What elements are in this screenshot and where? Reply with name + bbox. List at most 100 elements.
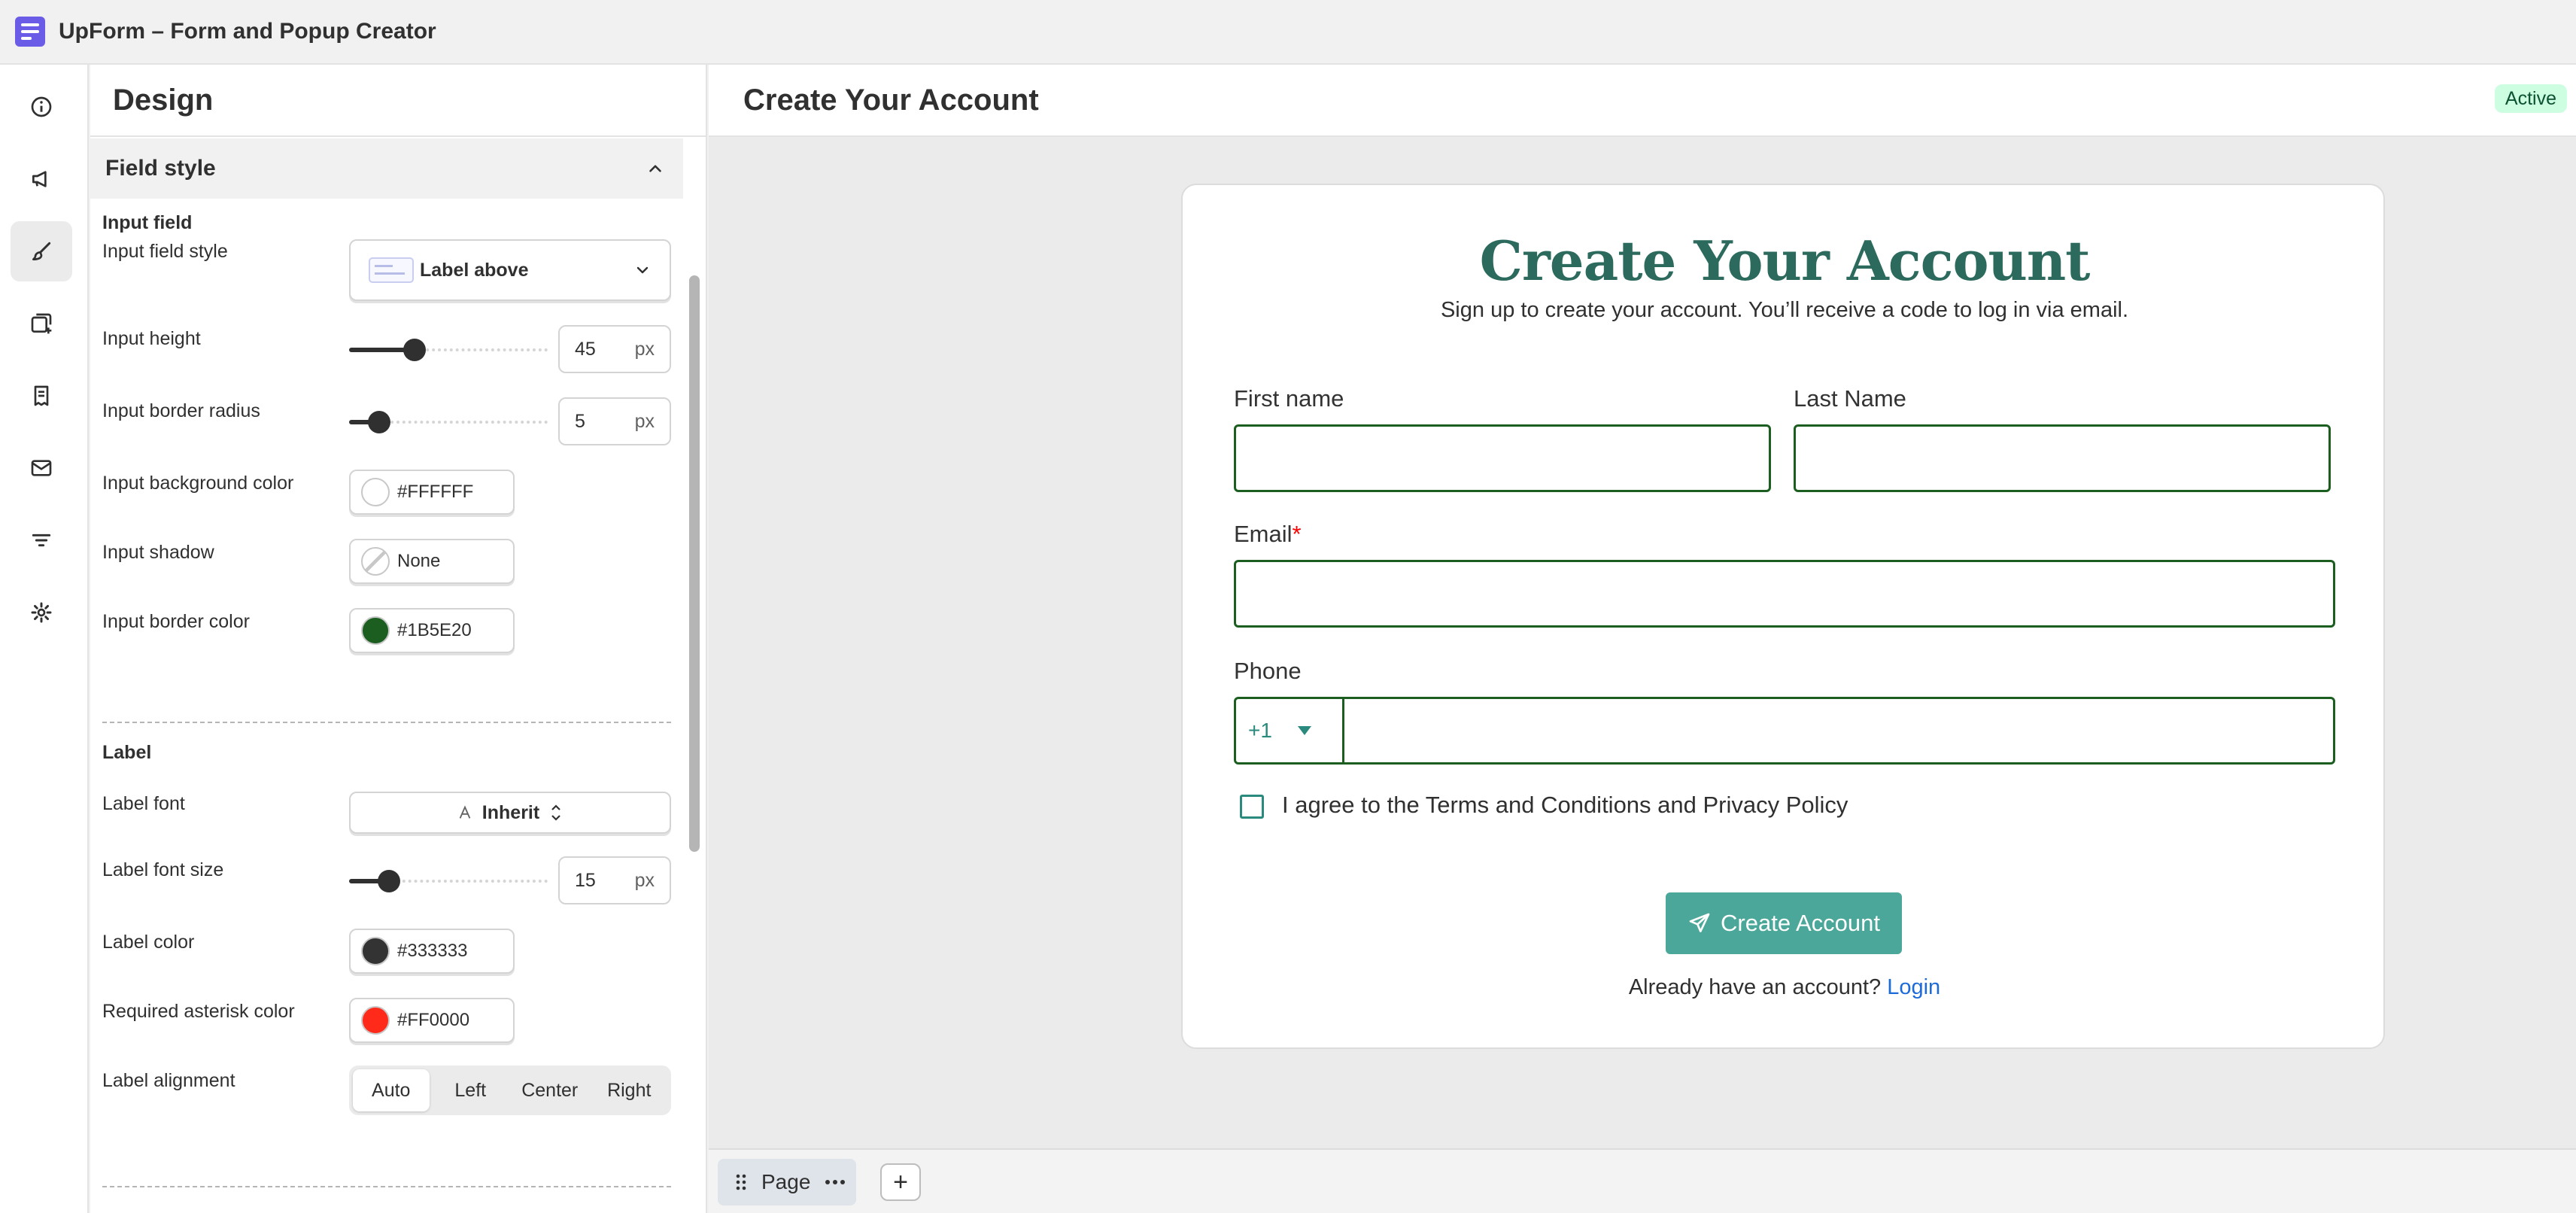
design-panel: Design Field style Input field Input fie…	[90, 65, 707, 1213]
label-above-preview-icon	[369, 257, 414, 283]
input-field-style-select[interactable]: Label above	[349, 239, 671, 301]
input-border-color-picker[interactable]: #1B5E20	[349, 608, 515, 653]
label-font-size-field[interactable]: 15 px	[558, 856, 671, 904]
app-title: UpForm – Form and Popup Creator	[59, 19, 436, 44]
label-color-picker[interactable]: #333333	[349, 929, 515, 974]
required-asterisk-color-value: #FF0000	[397, 1010, 470, 1030]
more-options-icon[interactable]	[824, 1178, 846, 1186]
country-code-value: +1	[1248, 719, 1272, 742]
main-title: Create Your Account	[743, 83, 1039, 117]
nav-rail	[0, 65, 89, 1213]
input-shadow-value: None	[397, 551, 441, 571]
color-swatch	[361, 478, 390, 506]
input-border-radius-field[interactable]: 5 px	[558, 397, 671, 445]
label-alignment-segmented: Auto Left Center Right	[349, 1066, 671, 1115]
slider-knob[interactable]	[367, 411, 390, 433]
login-prompt: Already have an account? Login	[1183, 975, 2386, 1000]
slider-knob[interactable]	[377, 870, 400, 892]
scroll-thumb[interactable]	[689, 275, 700, 852]
label-font-size-slider[interactable]	[349, 870, 548, 892]
field-style-section-toggle[interactable]: Field style	[90, 138, 683, 199]
color-swatch	[361, 616, 390, 645]
label-font-value: Inherit	[481, 801, 540, 823]
add-page-button[interactable]: +	[880, 1163, 921, 1201]
align-left-option[interactable]: Left	[433, 1069, 509, 1111]
country-code-select[interactable]: +1	[1236, 699, 1344, 762]
input-border-radius-slider[interactable]	[349, 411, 548, 433]
info-icon[interactable]	[11, 77, 72, 137]
status-badge: Active	[2494, 84, 2567, 113]
terms-label: I agree to the Terms and Conditions and …	[1282, 792, 1848, 818]
input-background-color-label: Input background color	[102, 473, 294, 494]
input-field-style-label: Input field style	[102, 241, 228, 262]
panel-title: Design	[113, 83, 214, 117]
unit-label: px	[634, 869, 655, 891]
required-asterisk: *	[1292, 521, 1302, 547]
email-input[interactable]	[1234, 560, 2335, 628]
input-height-slider[interactable]	[349, 339, 548, 361]
align-auto-option[interactable]: Auto	[353, 1069, 430, 1111]
unit-label: px	[634, 410, 655, 432]
email-label: Email*	[1234, 521, 1302, 548]
form-preview-card: Create Your Account Sign up to create yo…	[1181, 184, 2385, 1049]
color-swatch	[361, 937, 390, 965]
megaphone-icon[interactable]	[11, 149, 72, 209]
color-swatch	[361, 1006, 390, 1035]
first-name-label: First name	[1234, 385, 1344, 412]
align-right-option[interactable]: Right	[591, 1069, 668, 1111]
page-tabs-bar: Page +	[709, 1148, 2576, 1213]
phone-label: Phone	[1234, 658, 1302, 684]
input-border-color-label: Input border color	[102, 611, 250, 632]
phone-number-input[interactable]	[1344, 699, 2333, 762]
input-field-style-value: Label above	[420, 259, 529, 281]
font-icon	[459, 805, 471, 819]
login-link[interactable]: Login	[1887, 975, 1940, 999]
panel-scrollbar[interactable]	[689, 209, 700, 1210]
input-border-radius-value: 5	[575, 410, 585, 432]
page-tab[interactable]: Page	[718, 1159, 856, 1205]
chevron-up-icon	[649, 165, 661, 172]
form-subtitle: Sign up to create your account. You’ll r…	[1440, 298, 2129, 322]
input-border-color-value: #1B5E20	[397, 620, 472, 640]
create-account-button[interactable]: Create Account	[1666, 892, 1902, 954]
label-font-size-label: Label font size	[102, 859, 224, 880]
chevron-down-icon	[636, 266, 649, 274]
page-tab-label: Page	[761, 1170, 811, 1193]
input-height-label: Input height	[102, 328, 201, 349]
add-form-icon[interactable]	[11, 293, 72, 354]
input-background-color-picker[interactable]: #FFFFFF	[349, 470, 515, 515]
label-color-label: Label color	[102, 932, 195, 953]
slider-knob[interactable]	[403, 339, 427, 361]
mail-icon[interactable]	[11, 438, 72, 498]
filter-icon[interactable]	[11, 510, 72, 570]
label-alignment-label: Label alignment	[102, 1070, 235, 1091]
input-height-value: 45	[575, 338, 596, 360]
first-name-input[interactable]	[1234, 424, 1771, 492]
main-header: Create Your Account Active	[709, 65, 2576, 137]
section-divider	[102, 722, 671, 723]
select-arrows-icon	[551, 804, 560, 821]
input-border-radius-label: Input border radius	[102, 400, 260, 421]
phone-input-group: +1	[1234, 697, 2335, 765]
top-bar: UpForm – Form and Popup Creator	[0, 0, 2576, 65]
caret-down-icon	[1297, 726, 1311, 735]
login-prompt-text: Already have an account?	[1628, 975, 1882, 999]
form-title: Create Your Account	[1479, 229, 2091, 293]
send-icon	[1689, 913, 1710, 932]
last-name-input[interactable]	[1794, 424, 2331, 492]
receipt-icon[interactable]	[11, 366, 72, 426]
preview-area: Create Your Account Active Create Your A…	[709, 65, 2576, 1213]
app-logo-icon	[15, 17, 45, 47]
drag-handle-icon[interactable]	[734, 1172, 748, 1192]
align-center-option[interactable]: Center	[512, 1069, 588, 1111]
input-height-field[interactable]: 45 px	[558, 325, 671, 373]
input-shadow-picker[interactable]: None	[349, 539, 515, 584]
brush-icon[interactable]	[11, 221, 72, 281]
label-font-select[interactable]: Inherit	[349, 792, 671, 834]
required-asterisk-color-picker[interactable]: #FF0000	[349, 998, 515, 1043]
terms-checkbox[interactable]	[1240, 795, 1264, 819]
section-title: Field style	[105, 156, 216, 181]
gear-icon[interactable]	[11, 582, 72, 643]
input-background-color-value: #FFFFFF	[397, 482, 474, 502]
label-font-size-value: 15	[575, 869, 596, 891]
